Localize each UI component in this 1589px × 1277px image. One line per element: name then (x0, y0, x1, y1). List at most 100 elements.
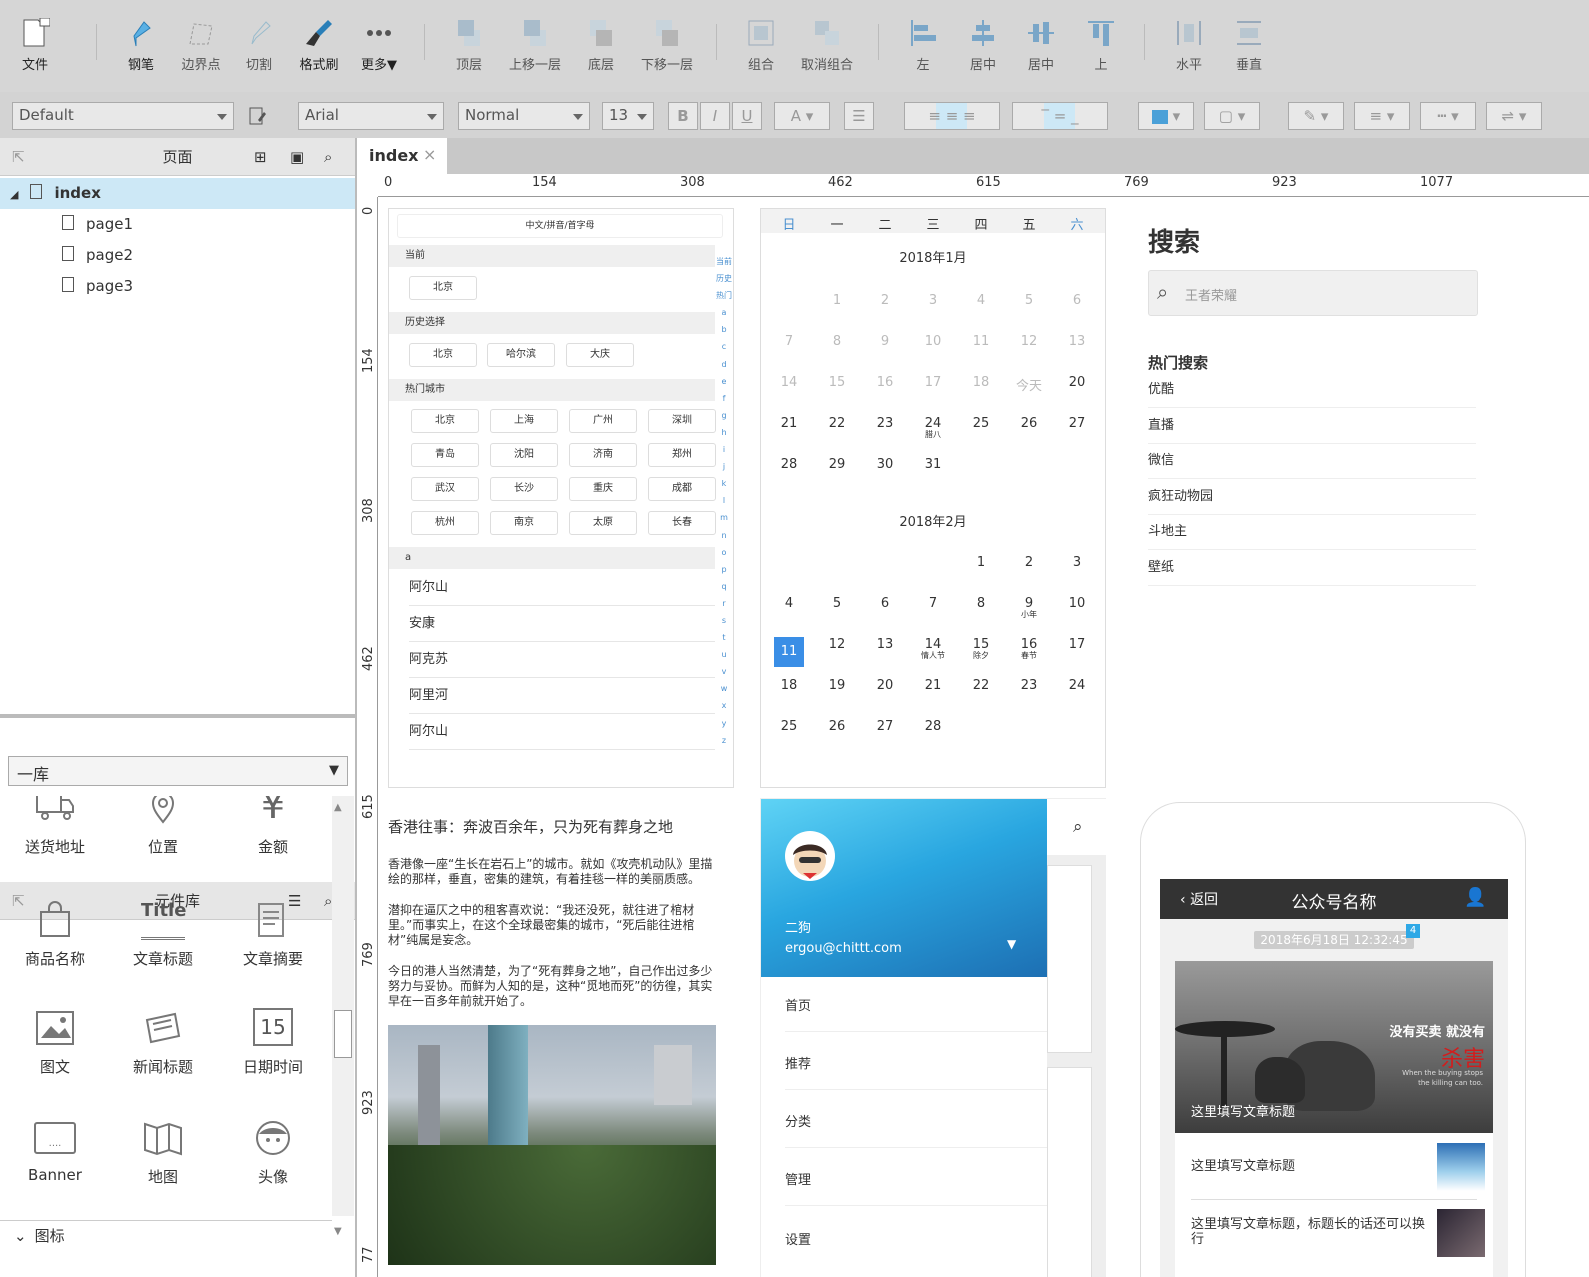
avatar[interactable] (785, 831, 835, 881)
calendar-day[interactable]: 6 (865, 596, 905, 611)
calendar-day[interactable]: 12 (1009, 334, 1049, 349)
letter-index-item[interactable]: d (716, 356, 732, 373)
calendar-day[interactable]: 18 (961, 375, 1001, 390)
add-folder-icon[interactable]: ▣ (290, 138, 304, 176)
library-item[interactable]: .... Banner (0, 1118, 110, 1184)
city-tag[interactable]: 太原 (569, 511, 637, 535)
calendar-day[interactable]: 10 (1057, 596, 1097, 611)
calendar-day[interactable]: 26 (817, 719, 857, 734)
calendar-day[interactable]: 28 (913, 719, 953, 734)
letter-index-item[interactable]: m (716, 509, 732, 526)
calendar-day[interactable]: 24 腊八 (913, 416, 953, 439)
calendar-day[interactable]: 25 (769, 719, 809, 734)
cover-image[interactable]: 没有买卖 就没有 杀害 When the buying stops the ki… (1175, 961, 1493, 1133)
drawer-nav-home[interactable]: 首页 (785, 995, 1045, 1014)
calendar-day[interactable]: 24 (1057, 678, 1097, 693)
drawer-nav-category[interactable]: 分类 (785, 1111, 1045, 1130)
file-button[interactable]: 文件 (0, 18, 70, 73)
calendar-day[interactable]: 19 (817, 678, 857, 693)
calendar-day[interactable]: 31 (913, 457, 953, 472)
collapse-icon[interactable]: ⇱ (12, 138, 25, 176)
design-canvas[interactable]: 中文/拼音/首字母 当前 北京 历史选择 北京 哈尔滨 大庆 热门城市 北京 上海… (379, 198, 1589, 1277)
move-down-button[interactable]: 下移一层 (632, 18, 702, 73)
library-item[interactable]: 商品名称 (0, 900, 110, 969)
letter-index-item[interactable]: i (716, 441, 732, 458)
calendar-day[interactable]: 3 (1057, 555, 1097, 570)
city-tag[interactable]: 杭州 (411, 511, 479, 535)
letter-index-item[interactable]: c (716, 338, 732, 355)
expand-icon[interactable]: ◢ (10, 188, 18, 201)
city-tag[interactable]: 成都 (648, 477, 716, 501)
style-select[interactable]: Default (12, 102, 234, 130)
calendar-day[interactable]: 14 (769, 375, 809, 390)
city-tag[interactable]: 大庆 (566, 343, 634, 367)
calendar-day[interactable]: 4 (961, 293, 1001, 308)
list-item[interactable]: 阿尔山 (409, 714, 715, 750)
letter-index-item[interactable]: t (716, 629, 732, 646)
library-item[interactable]: 送货地址 (0, 796, 110, 857)
city-tag[interactable]: 沈阳 (490, 443, 558, 467)
calendar-day[interactable]: 13 (865, 637, 905, 652)
page-tree-item[interactable]: page2 (0, 240, 355, 271)
list-item[interactable]: 微信 (1148, 443, 1476, 479)
font-size-select[interactable]: 13 (602, 102, 654, 130)
letter-index-item[interactable]: r (716, 595, 732, 612)
calendar-day[interactable]: 16 (865, 375, 905, 390)
calendar-day[interactable]: 22 (817, 416, 857, 431)
calendar-day[interactable]: 1 (961, 555, 1001, 570)
arrow-style-button[interactable]: ⇌ ▾ (1486, 102, 1542, 130)
letter-index-item[interactable]: z (716, 732, 732, 749)
calendar-day[interactable]: 8 (961, 596, 1001, 611)
panel-splitter[interactable] (0, 714, 355, 718)
list-item[interactable]: 安康 (409, 606, 715, 642)
calendar-day[interactable]: 2 (1009, 555, 1049, 570)
library-item[interactable]: 新闻标题 (108, 1008, 218, 1077)
line-color-button[interactable]: ✎ ▾ (1288, 102, 1344, 130)
calendar-day[interactable]: 17 (1057, 637, 1097, 652)
city-tag[interactable]: 北京 (411, 409, 479, 433)
letter-index-item[interactable]: u (716, 646, 732, 663)
calendar-day[interactable]: 11 (961, 334, 1001, 349)
city-tag[interactable]: 深圳 (648, 409, 716, 433)
list-item[interactable]: 这里填写文章标题，标题长的话还可以换行 (1191, 1217, 1427, 1247)
italic-button[interactable]: I (700, 102, 730, 130)
calendar-day[interactable]: 3 (913, 293, 953, 308)
library-item[interactable]: 文章摘要 (218, 900, 328, 969)
list-item[interactable]: 优酷 (1148, 372, 1476, 408)
letter-index-item[interactable]: a (716, 304, 732, 321)
calendar-day[interactable]: 1 (817, 293, 857, 308)
more-button[interactable]: 更多▼ (344, 18, 414, 73)
calendar-day[interactable]: 17 (913, 375, 953, 390)
city-tag[interactable]: 郑州 (648, 443, 716, 467)
drawer-nav-settings[interactable]: 设置 (785, 1229, 1045, 1248)
city-tag[interactable]: 南京 (490, 511, 558, 535)
line-style-button[interactable]: ┅ ▾ (1420, 102, 1476, 130)
letter-index[interactable]: 当前 历史 热门 a b c d e f g h i j k l m n o p q r s t u v w x y z (716, 253, 732, 749)
city-tag[interactable]: 青岛 (411, 443, 479, 467)
calendar-day[interactable]: 16 春节 (1009, 637, 1049, 660)
calendar-day[interactable]: 8 (817, 334, 857, 349)
calendar-day[interactable]: 2 (865, 293, 905, 308)
search-input[interactable]: ⌕ 王者荣耀 (1148, 270, 1478, 316)
icons-category[interactable]: ⌄ 图标 (0, 1220, 332, 1250)
bring-to-front-button[interactable]: 顶层 (434, 18, 504, 73)
calendar-day[interactable]: 10 (913, 334, 953, 349)
style-edit-button[interactable] (244, 102, 272, 130)
calendar-day[interactable]: 12 (817, 637, 857, 652)
list-item[interactable]: 疯狂动物园 (1148, 479, 1476, 515)
letter-index-item[interactable]: y (716, 715, 732, 732)
underline-button[interactable]: U (732, 102, 762, 130)
font-weight-select[interactable]: Normal (458, 102, 590, 130)
library-item[interactable]: ¥ 金额 (218, 796, 328, 857)
calendar-day[interactable]: 7 (769, 334, 809, 349)
calendar-day[interactable]: 21 (913, 678, 953, 693)
library-item[interactable]: 位置 (108, 796, 218, 857)
city-search-input[interactable]: 中文/拼音/首字母 (397, 214, 723, 238)
calendar-day[interactable]: 29 (817, 457, 857, 472)
letter-index-item[interactable]: g (716, 407, 732, 424)
calendar-day[interactable]: 5 (817, 596, 857, 611)
library-item[interactable]: 头像 (218, 1118, 328, 1187)
align-top-button[interactable]: 上 (1066, 18, 1136, 73)
calendar-day[interactable]: 20 (1057, 375, 1097, 390)
calendar-day[interactable]: 26 (1009, 416, 1049, 431)
